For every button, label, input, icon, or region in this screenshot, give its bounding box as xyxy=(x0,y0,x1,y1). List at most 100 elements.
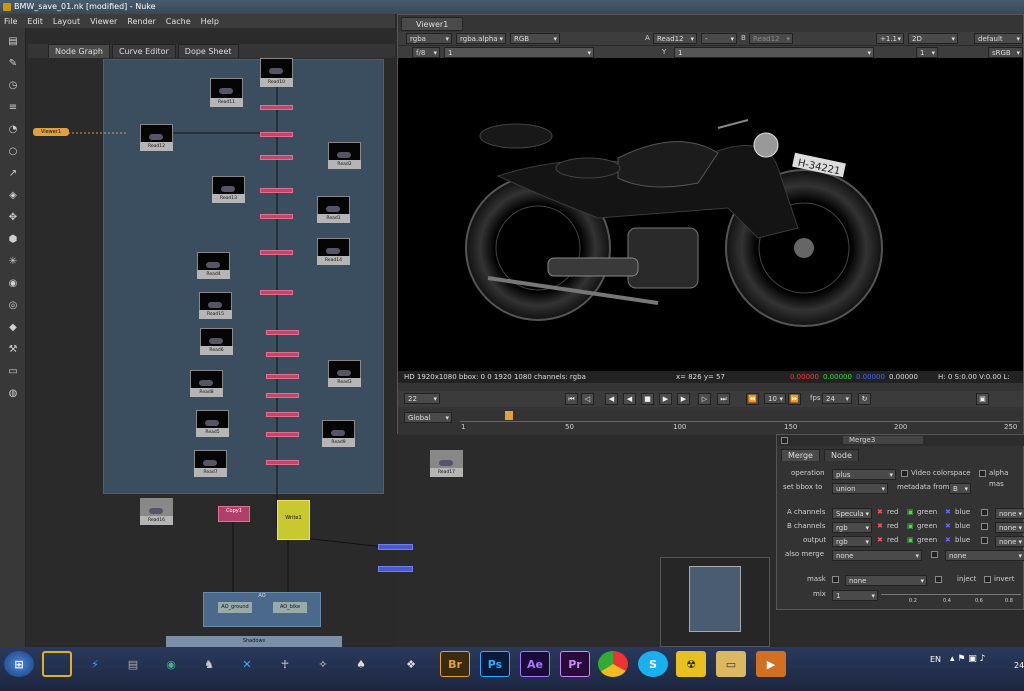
merge-node[interactable] xyxy=(260,214,293,219)
app-icon[interactable]: ❖ xyxy=(396,651,426,677)
red-x-icon[interactable]: ✖ xyxy=(877,507,883,518)
gain-slider[interactable]: 1 xyxy=(444,47,594,58)
merge-node[interactable] xyxy=(260,105,293,110)
bridge-icon[interactable]: Br xyxy=(440,651,470,677)
read-node[interactable]: Read1 xyxy=(317,214,350,223)
particles-icon[interactable]: ✳ xyxy=(7,256,19,268)
srgb-dropdown[interactable]: sRGB xyxy=(988,47,1023,58)
loop-icon[interactable]: ↻ xyxy=(858,393,871,405)
alpha-dropdown[interactable]: rgba.alpha xyxy=(456,33,506,44)
channel-icon[interactable]: ≡ xyxy=(7,102,19,114)
menu-help[interactable]: Help xyxy=(201,17,219,26)
read-node[interactable]: Read7 xyxy=(194,468,227,477)
tray-icons[interactable]: ▴ ⚑ ▣ ♪ xyxy=(950,654,985,664)
also-merge-checkbox[interactable] xyxy=(931,551,938,558)
blue-x-icon[interactable]: ✖ xyxy=(945,507,951,518)
media-player-icon[interactable]: ▶ xyxy=(756,651,786,677)
play-backward-icon[interactable]: ◀ xyxy=(623,393,636,405)
premiere-icon[interactable]: Pr xyxy=(560,651,590,677)
menu-layout[interactable]: Layout xyxy=(53,17,80,26)
frame-increment-field[interactable]: 10 xyxy=(764,393,786,404)
bbox-dropdown[interactable]: union xyxy=(832,483,888,494)
merge-node[interactable] xyxy=(266,374,299,379)
dot-node[interactable] xyxy=(378,544,413,550)
after-effects-icon[interactable]: Ae xyxy=(520,651,550,677)
node-name-field[interactable]: Merge3 xyxy=(843,436,923,444)
menu-file[interactable]: File xyxy=(4,17,17,26)
channels-dropdown[interactable]: rgba xyxy=(406,33,452,44)
skip-back-icon[interactable]: ⏪ xyxy=(746,393,759,405)
next-keyframe-icon[interactable]: ▷ xyxy=(698,393,711,405)
merge-icon[interactable]: ◈ xyxy=(7,190,19,202)
merge-node[interactable] xyxy=(260,250,293,255)
3d-icon[interactable]: ⬢ xyxy=(7,234,19,246)
read-node[interactable]: Read13 xyxy=(212,194,245,203)
read-node[interactable]: Read4 xyxy=(197,270,230,279)
shadows-backdrop[interactable]: Shadows xyxy=(166,636,342,647)
fps-field[interactable]: 24 xyxy=(822,393,852,404)
red-x-icon[interactable]: ✖ xyxy=(877,521,883,532)
app-icon[interactable]: ⚡ xyxy=(80,651,110,677)
menu-render[interactable]: Render xyxy=(127,17,155,26)
alpha-checkbox[interactable] xyxy=(981,537,988,544)
deep-icon[interactable]: ◉ xyxy=(7,278,19,290)
green-check-icon[interactable]: ▣ xyxy=(907,507,914,518)
merge-node[interactable] xyxy=(260,188,293,193)
toolsets-icon[interactable]: ⚒ xyxy=(7,344,19,356)
transform-icon[interactable]: ✥ xyxy=(7,212,19,224)
node-graph-minimap[interactable] xyxy=(660,557,770,647)
read-node[interactable]: Read5 xyxy=(196,428,229,437)
lut-dropdown[interactable]: default xyxy=(974,33,1023,44)
metadata-dropdown[interactable]: B xyxy=(949,483,971,494)
menu-cache[interactable]: Cache xyxy=(166,17,191,26)
operation-dropdown[interactable]: plus xyxy=(832,469,896,480)
app-icon[interactable]: ☥ xyxy=(270,651,300,677)
inject-checkbox[interactable] xyxy=(935,576,942,583)
merge-node[interactable] xyxy=(266,412,299,417)
merge-node[interactable] xyxy=(260,155,293,160)
compare-dropdown[interactable]: - xyxy=(701,33,737,44)
mix-slider[interactable] xyxy=(881,594,1021,595)
blue-x-icon[interactable]: ✖ xyxy=(945,535,951,546)
app-icon[interactable] xyxy=(42,651,72,677)
clock[interactable]: 24 xyxy=(1014,661,1024,670)
also-merge-dropdown-2[interactable]: none xyxy=(945,550,1024,561)
tab-merge[interactable]: Merge xyxy=(781,449,820,461)
b-input-dropdown[interactable]: Read12 xyxy=(749,33,793,44)
read-node[interactable]: Read3 xyxy=(328,378,361,387)
tab-node-graph[interactable]: Node Graph xyxy=(48,44,110,58)
flipbook-icon[interactable]: ▣ xyxy=(976,393,989,405)
green-check-icon[interactable]: ▣ xyxy=(907,521,914,532)
other-icon[interactable]: ▭ xyxy=(7,366,19,378)
b-alpha-dropdown[interactable]: none xyxy=(995,522,1024,533)
read-node[interactable]: Read14 xyxy=(317,256,350,265)
app-icon[interactable]: ♞ xyxy=(194,651,224,677)
viewer-canvas[interactable]: H-34221 xyxy=(398,58,1023,371)
read-node[interactable]: Read9 xyxy=(322,438,355,447)
proxy-dropdown[interactable]: 1 xyxy=(916,47,938,58)
skip-forward-icon[interactable]: ⏩ xyxy=(788,393,801,405)
invert-checkbox[interactable] xyxy=(984,576,991,583)
ao-ground-node[interactable]: AO_ground xyxy=(218,602,252,613)
output-dropdown[interactable]: rgb xyxy=(832,536,872,547)
gain-dropdown[interactable]: +1.1 xyxy=(876,33,904,44)
read-node[interactable]: Read12 xyxy=(140,142,173,151)
alpha-checkbox[interactable] xyxy=(981,523,988,530)
node-toggle[interactable] xyxy=(781,437,788,444)
merge-node[interactable] xyxy=(266,330,299,335)
chrome-icon[interactable] xyxy=(598,651,628,677)
read-node[interactable]: Read6 xyxy=(200,346,233,355)
red-x-icon[interactable]: ✖ xyxy=(877,535,883,546)
read-node[interactable]: Read8 xyxy=(190,388,223,397)
folder-icon[interactable]: ▭ xyxy=(716,651,746,677)
green-check-icon[interactable]: ▣ xyxy=(907,535,914,546)
b-channels-dropdown[interactable]: rgb xyxy=(832,522,872,533)
also-merge-dropdown[interactable]: none xyxy=(832,550,922,561)
start-button[interactable]: ⊞ xyxy=(4,651,34,677)
alpha-masking-checkbox[interactable] xyxy=(979,470,986,477)
merge-node[interactable] xyxy=(266,352,299,357)
notepad-icon[interactable]: ▤ xyxy=(118,651,148,677)
step-back-icon[interactable]: ◀ xyxy=(605,393,618,405)
read-node[interactable]: Read10 xyxy=(260,78,293,87)
write-node[interactable]: Write1 xyxy=(277,500,310,540)
